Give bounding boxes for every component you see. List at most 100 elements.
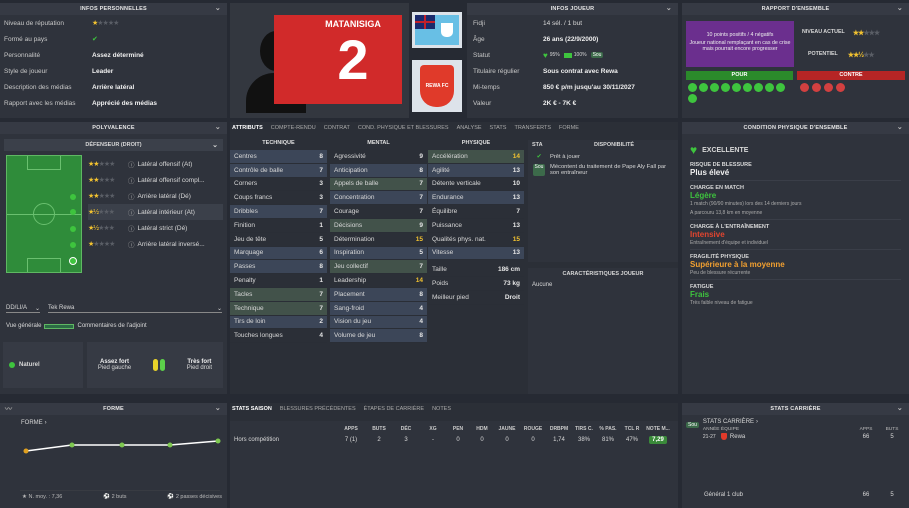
attribute-row[interactable]: Technique 7: [230, 301, 327, 316]
attribute-row[interactable]: Contrôle de balle 7: [230, 163, 327, 178]
attribute-row[interactable]: Endurance 13: [428, 191, 524, 206]
attribute-row[interactable]: Finition 1: [230, 219, 327, 233]
attribute-row[interactable]: Penalty 1: [230, 274, 327, 288]
tab-analysis[interactable]: ANALYSE: [457, 125, 482, 131]
attribute-row[interactable]: Tacles 7: [230, 287, 327, 302]
trait-icon[interactable]: [743, 83, 752, 92]
attribute-row[interactable]: Touches longues 4: [230, 329, 327, 344]
form-point[interactable]: [23, 448, 29, 454]
trait-icon[interactable]: [776, 83, 785, 92]
attribute-row[interactable]: Tirs de loin 2: [230, 315, 327, 330]
attribute-row[interactable]: Placement 8: [330, 287, 427, 302]
report-box[interactable]: 10 points positifs / 4 négatifs Joueur n…: [686, 21, 794, 67]
attribute-row[interactable]: Agressivité 9: [330, 150, 427, 164]
attribute-row[interactable]: Détente verticale 10: [428, 178, 524, 192]
attribute-row[interactable]: Courage 7: [330, 205, 427, 219]
chevron-down-icon[interactable]: ⌄: [897, 4, 903, 12]
trait-icon[interactable]: [732, 83, 741, 92]
club-select[interactable]: Tek Rewa ⌄: [48, 305, 222, 313]
attribute-row[interactable]: Décisions 9: [330, 218, 427, 233]
trait-icon[interactable]: [800, 83, 809, 92]
attribute-row[interactable]: Qualités phys. nat. 15: [428, 233, 524, 247]
role-row[interactable]: ★★★★★ ⓘ Arrière latéral (Dé): [88, 188, 223, 204]
table-row[interactable]: 21-27 Rewa 66 5: [703, 433, 905, 440]
career-title[interactable]: STATS CARRIÈRE ›: [703, 419, 905, 425]
attribute-row[interactable]: Passes 8: [230, 260, 327, 275]
attribute-row[interactable]: Leadership 14: [330, 274, 427, 288]
tab-condition[interactable]: COND. PHYSIQUE ET BLESSURES: [358, 125, 449, 131]
attribute-row[interactable]: Agilité 13: [428, 163, 524, 178]
stats-column-header[interactable]: HDM: [470, 426, 494, 432]
tab-season-stats[interactable]: STATS SAISON: [232, 406, 272, 412]
table-row[interactable]: Hors compétition 7 (1) 2 3 - 0 0 0 0 1,74 38% 81% 47…: [230, 433, 678, 447]
trait-icon[interactable]: [812, 83, 821, 92]
stats-column-header[interactable]: TCL R: [620, 426, 644, 432]
stats-column-header[interactable]: DRBPM: [546, 426, 572, 432]
tab-attributes[interactable]: ATTRIBUTS: [232, 125, 263, 131]
role-row[interactable]: ★★★★★ ⓘ Latéral offensif (At): [88, 156, 223, 172]
trait-icon[interactable]: [824, 83, 833, 92]
attribute-row[interactable]: Anticipation 8: [330, 163, 427, 178]
trait-icon[interactable]: [688, 94, 697, 103]
tab-career-steps[interactable]: ÉTAPES DE CARRIÈRE: [364, 406, 424, 412]
form-point[interactable]: [215, 438, 221, 444]
attribute-row[interactable]: Vitesse 13: [428, 246, 524, 261]
attribute-row[interactable]: Équilibre 7: [428, 205, 524, 219]
attribute-row[interactable]: Vision du jeu 4: [330, 315, 427, 330]
tab-form[interactable]: FORME: [559, 125, 579, 131]
attribute-row[interactable]: Inspiration 5: [330, 246, 427, 261]
stats-column-header[interactable]: DÉC: [392, 426, 420, 432]
stats-column-header[interactable]: XG: [420, 426, 446, 432]
trait-icon[interactable]: [765, 83, 774, 92]
attribute-row[interactable]: Corners 3: [230, 178, 327, 192]
attribute-row[interactable]: Accélération 14: [428, 150, 524, 164]
tab-notes[interactable]: NOTES: [432, 406, 451, 412]
form-label[interactable]: FORME ›: [21, 420, 47, 426]
role-row[interactable]: ★½★★★ ⓘ Latéral intérieur (At): [88, 204, 223, 220]
trait-icon[interactable]: [754, 83, 763, 92]
chevron-down-icon[interactable]: ⌄: [666, 4, 672, 12]
role-row[interactable]: ★★★★★ ⓘ Arrière latéral inversé...: [88, 236, 223, 252]
stats-column-header[interactable]: % PAS.: [596, 426, 620, 432]
role-row[interactable]: ★½★★★ ⓘ Latéral strict (Dé): [88, 220, 223, 236]
chevron-down-icon[interactable]: ⌄: [897, 123, 903, 131]
form-point[interactable]: [167, 442, 173, 448]
position-select[interactable]: DÉFENSEUR (DROIT) ⌄: [4, 139, 223, 151]
attribute-row[interactable]: Jeu de tête 5: [230, 233, 327, 247]
trait-icon[interactable]: [710, 83, 719, 92]
pos-code-select[interactable]: DD/LI/A ⌄: [6, 305, 40, 313]
tab-injuries[interactable]: BLESSURES PRÉCÉDENTES: [280, 406, 356, 412]
chevron-down-icon[interactable]: ⌄: [215, 4, 221, 12]
attribute-row[interactable]: Sang-froid 4: [330, 301, 427, 316]
role-row[interactable]: ★★★★★ ⓘ Latéral offensif compl...: [88, 172, 223, 188]
tab-transfers[interactable]: TRANSFERTS: [514, 125, 551, 131]
stats-column-header[interactable]: JAUNE: [494, 426, 520, 432]
chevron-down-icon[interactable]: ⌄: [215, 404, 221, 412]
form-point[interactable]: [69, 442, 75, 448]
attribute-row[interactable]: Coups francs 3: [230, 191, 327, 206]
tab-contract[interactable]: CONTRAT: [324, 125, 350, 131]
attribute-row[interactable]: Dribbles 7: [230, 205, 327, 219]
chevron-down-icon[interactable]: ⌄: [897, 404, 903, 412]
attribute-row[interactable]: Détermination 15: [330, 233, 427, 247]
trait-icon[interactable]: [836, 83, 845, 92]
trait-icon[interactable]: [688, 83, 697, 92]
tab-report[interactable]: COMPTE-RENDU: [271, 125, 316, 131]
form-point[interactable]: [119, 442, 125, 448]
attribute-row[interactable]: Marquage 6: [230, 246, 327, 261]
attribute-row[interactable]: Appels de balle 7: [330, 177, 427, 192]
stats-column-header[interactable]: BUTS: [366, 426, 392, 432]
stats-column-header[interactable]: APPS: [336, 426, 366, 432]
attribute-row[interactable]: Jeu collectif 7: [330, 260, 427, 275]
attribute-row[interactable]: Concentration 7: [330, 191, 427, 206]
stats-column-header[interactable]: ROUGE: [520, 426, 546, 432]
stats-column-header[interactable]: NOTE M...: [644, 426, 672, 432]
trait-icon[interactable]: [699, 83, 708, 92]
stats-column-header[interactable]: PEN: [446, 426, 470, 432]
stats-column-header[interactable]: TIRS C.: [572, 426, 596, 432]
tab-stats[interactable]: STATS: [490, 125, 507, 131]
trait-icon[interactable]: [721, 83, 730, 92]
attribute-row[interactable]: Volume de jeu 8: [330, 329, 427, 344]
attribute-row[interactable]: Centres 8: [230, 150, 327, 164]
attribute-row[interactable]: Puissance 13: [428, 219, 524, 233]
